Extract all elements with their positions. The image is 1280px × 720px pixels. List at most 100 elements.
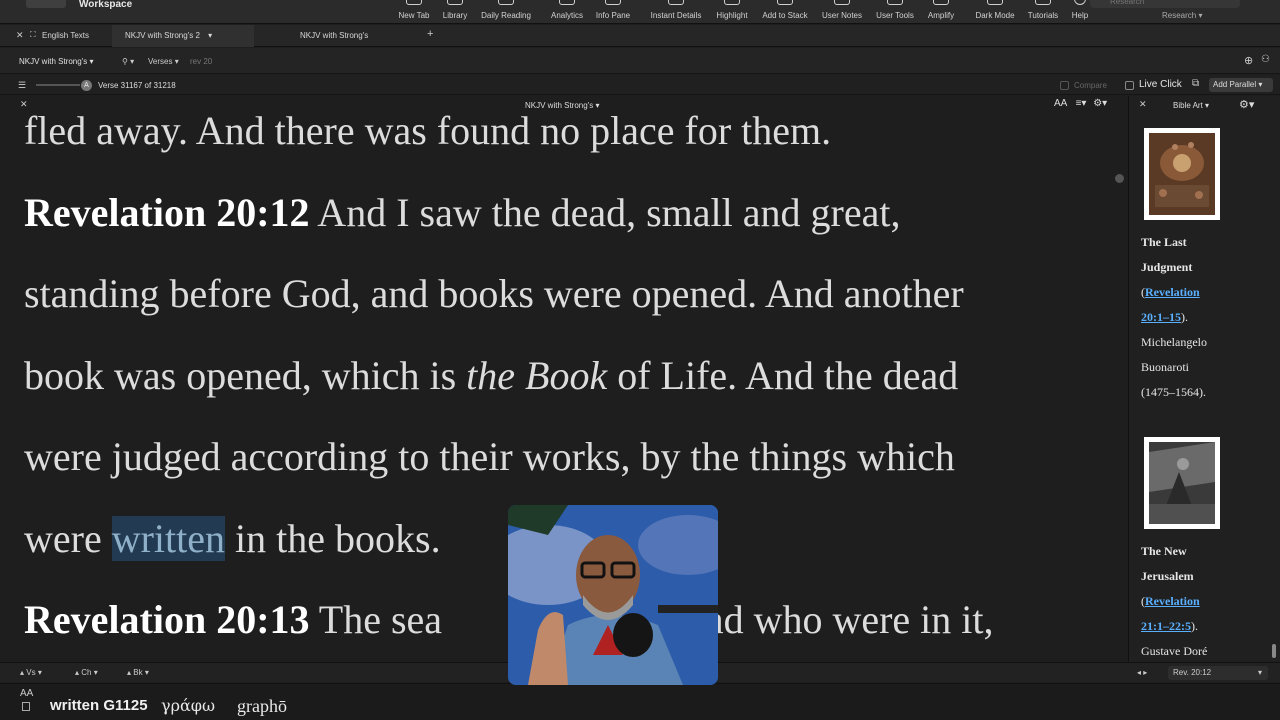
font-size-icon[interactable]: AA <box>1054 98 1067 109</box>
module-selector[interactable]: NKJV with Strong's ▾ <box>19 57 93 66</box>
compare-checkbox[interactable] <box>1060 81 1069 90</box>
format-icon[interactable]: ≡▾ <box>1076 98 1087 109</box>
prev-next-arrows[interactable]: ◂ ▸ <box>1137 668 1147 677</box>
gear-icon[interactable]: ⚙▾ <box>1239 98 1254 111</box>
selected-word: written <box>50 697 100 714</box>
share-icon[interactable]: ⚇ <box>1261 54 1270 65</box>
font-size-icon[interactable]: AA <box>20 688 33 699</box>
add-tab-icon[interactable]: + <box>427 28 433 40</box>
chevron-down-icon[interactable]: ▾ <box>208 31 212 40</box>
verse-text[interactable]: The sea <box>310 597 453 642</box>
pane-handle[interactable] <box>1115 174 1124 183</box>
info-pane-label: Info Pane <box>595 11 631 20</box>
close-icon[interactable]: ✕ <box>16 30 24 41</box>
amplify-button[interactable]: Amplify <box>911 0 971 24</box>
user-notes-button[interactable]: User Notes <box>812 0 872 24</box>
daily-reading-button[interactable]: Daily Reading <box>476 0 536 24</box>
verse-slider-track[interactable] <box>36 84 80 86</box>
verse-text[interactable]: book was opened, which is <box>24 353 466 398</box>
verse-reference[interactable]: Revelation 20:12 <box>24 190 310 235</box>
close-icon[interactable]: ✕ <box>20 99 28 110</box>
scripture-link[interactable]: 21:1–22:5 <box>1141 619 1191 633</box>
presenter-video-image <box>508 505 718 685</box>
pane-tools: AA ≡▾ ⚙▾ <box>1054 98 1107 109</box>
greek-lemma: γράφω <box>161 696 216 715</box>
instant-details-label: Instant Details <box>650 11 702 20</box>
verse-text[interactable]: And I saw the dead, small and great, <box>310 190 900 235</box>
highlight-button[interactable]: Highlight <box>702 0 762 24</box>
verse-reference[interactable]: Revelation 20:13 <box>24 597 310 642</box>
art-pane-scrollbar[interactable] <box>1272 644 1276 658</box>
close-icon[interactable]: ✕ <box>1139 99 1147 110</box>
expand-icon[interactable]: ⛶ <box>30 30 36 40</box>
copy-icon[interactable] <box>22 702 30 711</box>
gear-icon[interactable]: ⚙▾ <box>1093 98 1107 109</box>
book-nav[interactable]: ▴ Bk ▾ <box>127 668 149 677</box>
verse-text[interactable]: were judged according to their works, by… <box>24 434 955 479</box>
chapter-nav[interactable]: ▴ Ch ▾ <box>75 668 98 677</box>
live-click-checkbox[interactable] <box>1125 81 1134 90</box>
chevron-down-icon: ▾ <box>1257 668 1262 677</box>
strongs-number[interactable]: G1125 <box>103 697 147 714</box>
search-mode-dropdown[interactable]: Verses ▾ <box>148 57 179 66</box>
verse-text[interactable]: of Life. And the dead <box>607 353 958 398</box>
instant-details-button[interactable]: Instant Details <box>646 0 706 24</box>
new-jerusalem-image <box>1149 442 1215 524</box>
artwork-title: The Last <box>1141 235 1187 249</box>
highlighted-word[interactable]: written <box>111 515 226 561</box>
search-icon[interactable]: ⚲ ▾ <box>122 57 134 66</box>
bible-art-pane: ✕ Bible Art ▾ ⚙▾ The Last Judgment (Reve… <box>1129 96 1280 662</box>
tab-label: NKJV with Strong's <box>300 31 369 40</box>
scripture-link[interactable]: Revelation <box>1145 285 1200 299</box>
text-pane-header: ✕ NKJV with Strong's ▾ AA ≡▾ ⚙▾ <box>0 96 1128 114</box>
search-input[interactable]: rev 20 <box>190 57 212 66</box>
text-pane-title[interactable]: NKJV with Strong's ▾ <box>525 101 599 110</box>
book-nav-label: Bk <box>133 668 143 677</box>
add-parallel-button[interactable]: Add Parallel ▾ <box>1209 78 1273 92</box>
verse-nav[interactable]: ▴ Vs ▾ <box>20 668 42 677</box>
lexical-word: written G1125 <box>50 697 148 714</box>
instant-details-icon <box>668 0 684 5</box>
verse-nav-label: Vs <box>26 668 36 677</box>
tab-nkjv-strongs[interactable]: NKJV with Strong's <box>254 25 418 47</box>
artist-name: Buonaroti <box>1141 360 1189 374</box>
verse-text[interactable]: standing before God, and books were open… <box>24 271 964 316</box>
webcam-overlay <box>508 505 718 685</box>
reference-value: Rev. 20:12 <box>1173 668 1212 677</box>
verse-text[interactable]: fled away. And there was found no place … <box>24 108 831 153</box>
italic-supplied-text[interactable]: the Book <box>466 353 607 398</box>
add-circle-icon[interactable]: ⊕ <box>1244 54 1253 67</box>
caption-punct: ). <box>1191 619 1198 633</box>
window-controls[interactable] <box>26 0 66 8</box>
amplify-icon <box>933 0 949 5</box>
verse-line: were judged according to their works, by… <box>24 416 1114 498</box>
artwork-thumbnail-last-judgment[interactable] <box>1144 128 1220 220</box>
tab-nkjv-strongs-2[interactable]: NKJV with Strong's 2 ▾ <box>112 25 254 47</box>
compare-label: Compare <box>1074 81 1107 90</box>
info-pane-button[interactable]: Info Pane <box>583 0 643 24</box>
dark-mode-icon <box>987 0 1003 5</box>
verse-position: Verse 31167 of 31218 <box>98 81 176 90</box>
scripture-link[interactable]: Revelation <box>1145 594 1200 608</box>
tab-group-english-texts[interactable]: English Texts <box>42 25 112 47</box>
artwork-thumbnail-new-jerusalem[interactable] <box>1144 437 1220 529</box>
bible-art-dropdown[interactable]: Bible Art ▾ <box>1173 101 1209 110</box>
research-search-input[interactable] <box>1090 0 1240 8</box>
live-click-label: Live Click <box>1139 79 1182 90</box>
verse-text[interactable]: in the books. <box>225 516 441 561</box>
artist-name: Michelangelo <box>1141 335 1207 349</box>
add-to-stack-button[interactable]: Add to Stack <box>755 0 815 24</box>
verse-line: standing before God, and books were open… <box>24 253 1114 335</box>
notes-icon <box>834 0 850 5</box>
artwork-title: The New <box>1141 544 1187 558</box>
verse-text[interactable]: were <box>24 516 112 561</box>
module-name: NKJV with Strong's <box>19 57 88 66</box>
research-dropdown[interactable]: Research ▾ <box>1162 11 1203 20</box>
artwork-title: Jerusalem <box>1141 569 1194 583</box>
library-icon <box>447 0 463 5</box>
daily-reading-icon <box>498 0 514 5</box>
window-icon[interactable]: ⧉ <box>1192 78 1199 89</box>
reference-field[interactable]: Rev. 20:12 ▾ <box>1168 666 1268 680</box>
scripture-link[interactable]: 20:1–15 <box>1141 310 1181 324</box>
analytics-icon <box>559 0 575 5</box>
